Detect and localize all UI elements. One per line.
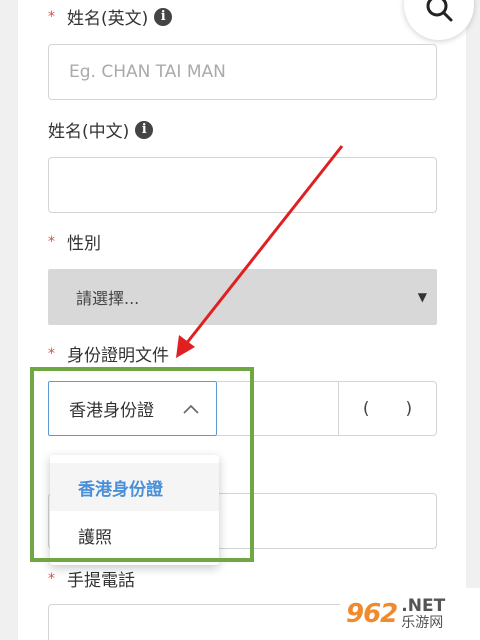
gender-select[interactable]: 請選擇... ▼ xyxy=(48,269,437,325)
gender-label: * 性別 xyxy=(48,229,101,255)
id-check-digit-input[interactable]: ( ) xyxy=(338,381,437,436)
required-mark: * xyxy=(48,345,55,362)
id-doc-label-text: 身份證明文件 xyxy=(67,346,169,366)
required-mark: * xyxy=(48,8,55,25)
info-icon[interactable]: i xyxy=(154,7,173,26)
check-open-paren: ( xyxy=(362,398,370,419)
watermark: 962 .NET 乐游网 xyxy=(340,588,480,640)
search-icon xyxy=(426,0,453,22)
gender-label-text: 性別 xyxy=(67,234,101,254)
name-en-input[interactable]: Eg. CHAN TAI MAN xyxy=(48,44,437,100)
mobile-label: * 手提電話 xyxy=(48,566,135,592)
info-icon[interactable]: i xyxy=(135,120,154,139)
watermark-logo: 962 xyxy=(346,599,398,629)
required-mark: * xyxy=(48,233,55,250)
gender-selected: 請選擇... xyxy=(76,289,140,308)
id-doc-label: * 身份證明文件 xyxy=(48,341,169,367)
name-zh-label-text: 姓名(中文) xyxy=(48,122,130,142)
check-close-paren: ) xyxy=(405,398,413,419)
required-mark: * xyxy=(48,570,55,587)
name-en-label: * 姓名(英文) i xyxy=(48,4,173,29)
mobile-label-text: 手提電話 xyxy=(67,571,135,591)
watermark-cn: 乐游网 xyxy=(401,614,444,631)
name-zh-input[interactable] xyxy=(48,157,437,213)
caret-down-icon: ▼ xyxy=(417,290,427,304)
name-en-placeholder: Eg. CHAN TAI MAN xyxy=(69,62,226,82)
search-button[interactable] xyxy=(404,0,474,40)
watermark-net: .NET xyxy=(401,595,446,616)
name-en-label-text: 姓名(英文) xyxy=(67,9,149,29)
highlight-box xyxy=(30,367,254,562)
name-zh-label: 姓名(中文) i xyxy=(48,117,154,142)
